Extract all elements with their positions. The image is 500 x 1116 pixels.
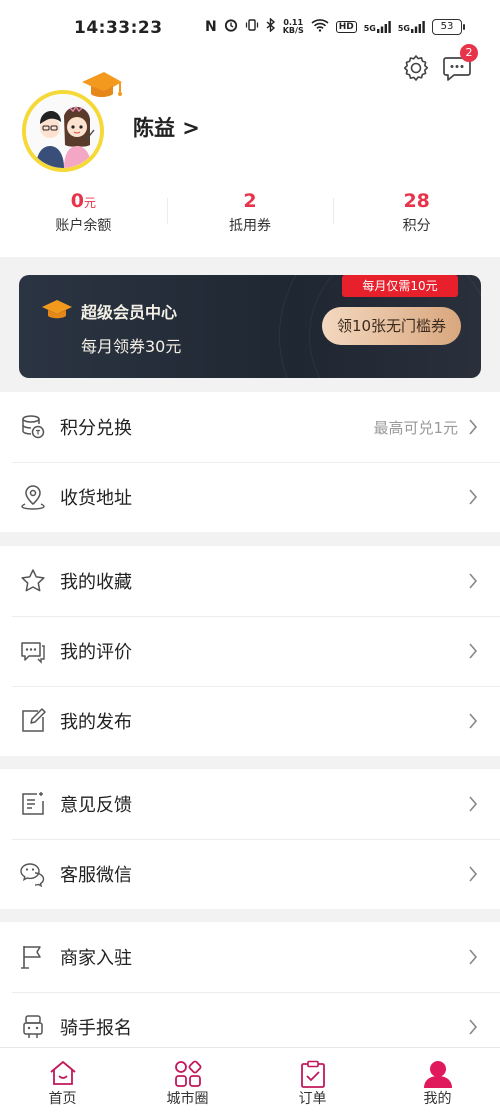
user-icon [423, 1061, 452, 1088]
vip-claim-button[interactable]: 领10张无门槛券 [322, 307, 461, 345]
status-bar: 14:33:23 N 0.11 KB/S HD 5G 5G 53 [0, 0, 500, 52]
bottom-tab-bar: 首页 城市圈 订单 我的 [0, 1047, 500, 1116]
stat-points[interactable]: 28 积分 [333, 190, 500, 240]
vip-subtitle: 每月领券30元 [81, 337, 182, 356]
tab-label: 首页 [48, 1091, 77, 1107]
username[interactable]: 陈益 > [133, 112, 200, 142]
status-icons: N 0.11 KB/S HD 5G 5G 53 [205, 17, 465, 35]
location-icon [21, 485, 45, 510]
tab-mine[interactable]: 我的 [375, 1048, 500, 1116]
menu-item-feedback[interactable]: 意见反馈 [0, 769, 500, 839]
tab-city-circle[interactable]: 城市圈 [125, 1048, 250, 1116]
chevron-right-icon [469, 796, 478, 812]
chevron-right-icon [469, 1019, 478, 1035]
menu-item-label: 我的评价 [60, 642, 132, 663]
stat-value: 0元 [0, 190, 167, 212]
avatar-illustration [26, 94, 100, 168]
vip-section: 超级会员中心 每月领券30元 领10张无门槛券 每月仅需10元 [0, 257, 500, 392]
menu-item-label: 我的收藏 [60, 572, 132, 593]
stat-balance[interactable]: 0元 账户余额 [0, 190, 167, 240]
tab-label: 城市圈 [166, 1091, 209, 1107]
tab-home[interactable]: 首页 [0, 1048, 125, 1116]
chevron-right-icon [469, 713, 478, 729]
menu-item-wechat-service[interactable]: 客服微信 [0, 839, 500, 909]
vibrate-icon [245, 18, 259, 35]
menu-item-merchant-join[interactable]: 商家入驻 [0, 922, 500, 992]
profile-header: 2 陈益 > 0元 账户余额 2 抵用券 28 积分 [0, 44, 500, 257]
signal-1: 5G [363, 20, 391, 33]
edit-icon [22, 708, 46, 732]
menu-item-label: 骑手报名 [60, 1018, 132, 1039]
menu-item-label: 客服微信 [60, 865, 132, 886]
clipboard-icon [300, 1060, 325, 1088]
nfc-icon: N [205, 18, 217, 35]
signal-2: 5G [397, 20, 425, 33]
menu-group-3: 意见反馈 客服微信 [0, 769, 500, 909]
comment-icon [21, 642, 45, 664]
grid-icon [174, 1060, 201, 1087]
rider-icon [23, 1015, 43, 1038]
menu-item-address[interactable]: 收货地址 [0, 462, 500, 532]
tab-label: 订单 [298, 1091, 327, 1107]
menu-item-points-exchange[interactable]: 积分兑换 最高可兑1元 [0, 392, 500, 462]
stat-label: 抵用券 [229, 218, 271, 234]
menu-item-label: 商家入驻 [60, 948, 132, 969]
hd-icon: HD [335, 20, 357, 33]
stat-label: 积分 [402, 218, 431, 234]
tab-orders[interactable]: 订单 [250, 1048, 375, 1116]
chevron-right-icon [469, 489, 478, 505]
message-badge: 2 [460, 44, 478, 62]
signal-1-label: 5G [363, 23, 376, 33]
wifi-icon [311, 18, 329, 35]
bluetooth-icon [266, 17, 276, 35]
network-speed-unit: KB/S [282, 25, 304, 35]
tab-label: 我的 [423, 1091, 452, 1107]
vip-cap-icon [42, 300, 72, 319]
status-time: 14:33:23 [74, 18, 163, 38]
menu-item-label: 意见反馈 [60, 795, 132, 816]
menu-item-label: 我的发布 [60, 712, 132, 733]
account-stats: 0元 账户余额 2 抵用券 28 积分 [0, 190, 500, 240]
battery-indicator: 53 [432, 18, 465, 35]
chevron-right-icon [469, 573, 478, 589]
menu-item-label: 积分兑换 [60, 418, 132, 439]
menu-item-my-posts[interactable]: 我的发布 [0, 686, 500, 756]
feedback-icon [22, 792, 44, 815]
menu-item-label: 收货地址 [60, 488, 132, 509]
wechat-icon [20, 863, 45, 887]
vip-title: 超级会员中心 [81, 303, 178, 322]
chevron-right-icon [469, 643, 478, 659]
menu-group-1: 积分兑换 最高可兑1元 收货地址 [0, 392, 500, 532]
signal-2-label: 5G [397, 23, 410, 33]
home-icon [49, 1061, 76, 1085]
flag-icon [21, 946, 41, 969]
menu-item-extra: 最高可兑1元 [373, 418, 458, 437]
stat-unit: 元 [83, 196, 96, 210]
stat-label: 账户余额 [55, 218, 112, 234]
stat-coupons[interactable]: 2 抵用券 [166, 190, 334, 240]
chevron-right-icon [469, 949, 478, 965]
stat-value: 2 [243, 190, 257, 212]
chevron-right-icon [469, 866, 478, 882]
gear-icon[interactable] [400, 52, 432, 84]
coins-icon [22, 415, 45, 439]
star-icon [21, 569, 45, 592]
menu-group-4: 商家入驻 骑手报名 [0, 922, 500, 1062]
stat-value: 28 [403, 190, 430, 212]
menu-item-favorites[interactable]: 我的收藏 [0, 546, 500, 616]
menu-group-2: 我的收藏 我的评价 我的发布 [0, 546, 500, 756]
menu-item-reviews[interactable]: 我的评价 [0, 616, 500, 686]
stat-value-number: 0 [70, 190, 84, 212]
alarm-icon [224, 18, 238, 35]
chevron-right-icon [469, 419, 478, 435]
network-speed: 0.11 KB/S [282, 18, 304, 35]
graduation-cap-icon [82, 72, 122, 97]
vip-price-tag: 每月仅需10元 [342, 275, 458, 297]
